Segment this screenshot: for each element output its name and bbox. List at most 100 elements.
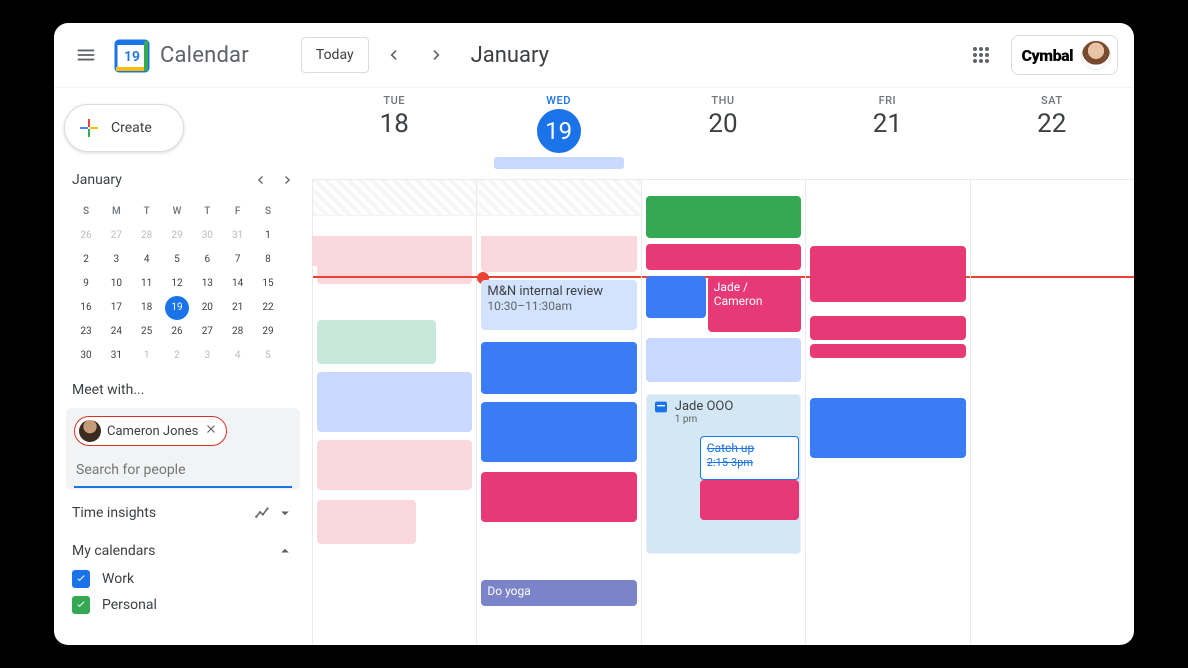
mini-prev-button[interactable] — [246, 166, 274, 194]
mini-day-cell[interactable]: 16 — [74, 296, 98, 320]
calendar-event[interactable] — [481, 342, 636, 394]
today-button[interactable]: Today — [301, 37, 369, 73]
day-column[interactable]: M&N internal review 10:30–11:30am Do yog… — [476, 180, 640, 645]
mini-day-cell[interactable]: 6 — [195, 248, 219, 272]
mini-next-button[interactable] — [274, 166, 302, 194]
calendar-event[interactable] — [312, 236, 363, 266]
mini-day-cell[interactable]: 10 — [104, 272, 128, 296]
mini-day-cell[interactable]: 23 — [74, 320, 98, 344]
mini-day-cell[interactable]: 25 — [135, 320, 159, 344]
calendar-event[interactable] — [317, 440, 472, 490]
mini-day-cell[interactable]: 20 — [195, 296, 219, 320]
day-header[interactable]: THU20 — [641, 88, 805, 179]
mini-month-label: January — [72, 172, 122, 188]
day-column[interactable]: Jade / Cameron Jade OOO 1 pm — [641, 180, 805, 645]
mini-day-cell[interactable]: 26 — [74, 224, 98, 248]
calendar-event[interactable] — [810, 316, 965, 340]
calendar-event[interactable] — [317, 320, 436, 364]
day-column[interactable] — [312, 180, 476, 645]
calendar-event[interactable] — [646, 244, 801, 270]
calendar-event[interactable] — [810, 246, 965, 302]
calendar-event[interactable]: Jade / Cameron — [708, 276, 801, 332]
hamburger-icon — [75, 44, 97, 66]
person-chip[interactable]: Cameron Jones — [74, 416, 227, 446]
mini-day-cell[interactable]: 11 — [135, 272, 159, 296]
calendar-event[interactable] — [700, 480, 799, 520]
google-apps-button[interactable] — [961, 35, 1001, 75]
mini-day-cell[interactable]: 2 — [165, 344, 189, 368]
calendar-event[interactable] — [317, 500, 416, 544]
calendar-event[interactable] — [646, 338, 801, 382]
mini-day-cell[interactable]: 28 — [135, 224, 159, 248]
day-header[interactable]: SAT22 — [970, 88, 1134, 179]
mini-day-cell[interactable]: 1 — [135, 344, 159, 368]
prev-period-button[interactable] — [373, 35, 413, 75]
day-column[interactable] — [970, 180, 1134, 645]
create-button[interactable]: Create — [64, 104, 184, 152]
mini-day-cell[interactable]: 2 — [74, 248, 98, 272]
mini-day-cell[interactable]: 17 — [104, 296, 128, 320]
day-column[interactable] — [805, 180, 969, 645]
main-menu-button[interactable] — [62, 31, 110, 79]
mini-day-cell[interactable]: 19 — [165, 296, 189, 320]
calendar-event[interactable] — [810, 344, 965, 358]
calendar-event[interactable] — [646, 276, 706, 318]
mini-day-cell[interactable]: 5 — [256, 344, 280, 368]
mini-day-cell[interactable]: 4 — [226, 344, 250, 368]
mini-day-cell[interactable]: 3 — [195, 344, 219, 368]
day-header[interactable]: FRI21 — [805, 88, 969, 179]
mini-day-cell[interactable]: 22 — [256, 296, 280, 320]
mini-day-cell[interactable]: 28 — [226, 320, 250, 344]
mini-day-cell[interactable]: 21 — [226, 296, 250, 320]
search-people-input[interactable] — [74, 454, 292, 488]
day-header-dow: WED — [476, 94, 640, 107]
calendar-event-declined[interactable]: Catch up 2:15-3pm — [700, 436, 799, 480]
calendar-event[interactable] — [481, 402, 636, 462]
app-logo[interactable]: 19 Calendar — [114, 37, 249, 73]
mini-day-cell[interactable]: 30 — [195, 224, 219, 248]
next-period-button[interactable] — [417, 35, 457, 75]
mini-day-cell[interactable]: 12 — [165, 272, 189, 296]
day-header[interactable]: WED19 — [476, 88, 640, 179]
mini-day-cell[interactable]: 15 — [256, 272, 280, 296]
mini-day-cell[interactable]: 4 — [135, 248, 159, 272]
mini-day-cell[interactable]: 27 — [195, 320, 219, 344]
calendar-event[interactable] — [317, 372, 472, 432]
chevron-down-icon — [276, 504, 294, 522]
event-title: Jade OOO — [675, 399, 734, 414]
mini-day-cell[interactable]: 31 — [226, 224, 250, 248]
mini-day-cell[interactable]: 1 — [256, 224, 280, 248]
mini-day-cell[interactable]: 30 — [74, 344, 98, 368]
mini-day-cell[interactable]: 8 — [256, 248, 280, 272]
calendar-event[interactable] — [481, 472, 636, 522]
allday-event[interactable] — [494, 157, 624, 169]
day-header[interactable]: TUE18 — [312, 88, 476, 179]
calendar-toggle-work[interactable]: Work — [54, 566, 312, 592]
remove-person-button[interactable] — [204, 422, 218, 440]
mini-day-cell[interactable]: 7 — [226, 248, 250, 272]
calendar-toggle-personal[interactable]: Personal — [54, 592, 312, 618]
mini-day-cell[interactable]: 5 — [165, 248, 189, 272]
mini-day-cell[interactable]: 29 — [256, 320, 280, 344]
calendar-grid[interactable]: M&N internal review 10:30–11:30am Do yog… — [312, 180, 1134, 645]
my-calendars-row[interactable]: My calendars — [54, 528, 312, 566]
mini-day-cell[interactable]: 26 — [165, 320, 189, 344]
mini-day-cell[interactable]: 29 — [165, 224, 189, 248]
mini-day-cell[interactable]: 3 — [104, 248, 128, 272]
account-switcher[interactable]: Cymbal — [1011, 35, 1118, 75]
mini-day-cell[interactable]: 9 — [74, 272, 98, 296]
mini-day-cell[interactable]: 24 — [104, 320, 128, 344]
mini-day-cell[interactable]: 18 — [135, 296, 159, 320]
calendar-event[interactable]: M&N internal review 10:30–11:30am — [481, 280, 636, 330]
insights-icon — [254, 504, 272, 522]
mini-day-cell[interactable]: 14 — [226, 272, 250, 296]
mini-day-cell[interactable]: 27 — [104, 224, 128, 248]
calendar-event[interactable] — [481, 236, 636, 272]
time-insights-row[interactable]: Time insights — [54, 490, 312, 528]
mini-day-cell[interactable]: 13 — [195, 272, 219, 296]
calendar-event[interactable] — [646, 196, 801, 238]
calendar-event[interactable] — [810, 398, 965, 458]
mini-day-cell[interactable]: 31 — [104, 344, 128, 368]
create-label: Create — [111, 120, 152, 136]
calendar-event[interactable]: Do yoga — [481, 580, 636, 606]
